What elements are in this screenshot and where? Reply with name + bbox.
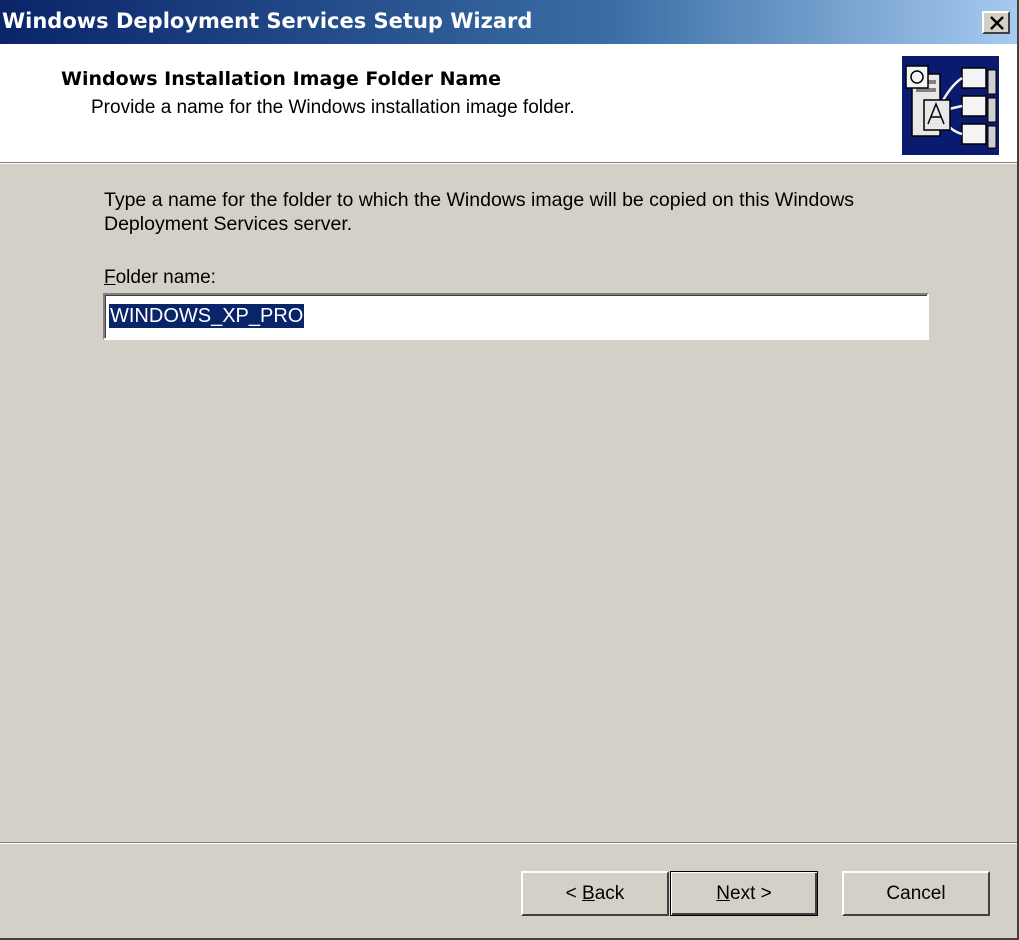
next-label: ext > — [730, 882, 772, 904]
wizard-header: Windows Installation Image Folder Name P… — [0, 44, 1017, 162]
close-icon — [990, 16, 1004, 30]
folder-name-label: Folder name: — [104, 267, 216, 289]
page-subtitle: Provide a name for the Windows installat… — [91, 97, 575, 118]
back-label: ack — [594, 882, 625, 904]
back-button[interactable]: < Back — [521, 871, 669, 916]
next-mnemonic: N — [716, 882, 730, 904]
folder-name-input[interactable]: WINDOWS_XP_PRO — [103, 293, 929, 340]
back-prefix: < — [565, 882, 583, 904]
wizard-window: Windows Deployment Services Setup Wizard… — [0, 0, 1019, 940]
cancel-label: Cancel — [886, 882, 946, 904]
back-mnemonic: B — [582, 882, 595, 904]
folder-label-mnemonic: F — [104, 267, 116, 288]
next-button[interactable]: Next > — [670, 871, 818, 916]
title-bar[interactable]: Windows Deployment Services Setup Wizard — [0, 0, 1017, 44]
header-separator — [0, 162, 1017, 164]
footer-separator — [0, 842, 1017, 844]
page-title: Windows Installation Image Folder Name — [61, 68, 502, 90]
cancel-button[interactable]: Cancel — [842, 871, 990, 916]
folder-name-value: WINDOWS_XP_PRO — [109, 304, 305, 328]
close-button[interactable] — [982, 11, 1010, 34]
window-title: Windows Deployment Services Setup Wizard — [2, 9, 533, 33]
folder-label-text: older name: — [115, 267, 216, 288]
wizard-server-icon — [902, 56, 999, 155]
instructions-text: Type a name for the folder to which the … — [104, 189, 855, 235]
